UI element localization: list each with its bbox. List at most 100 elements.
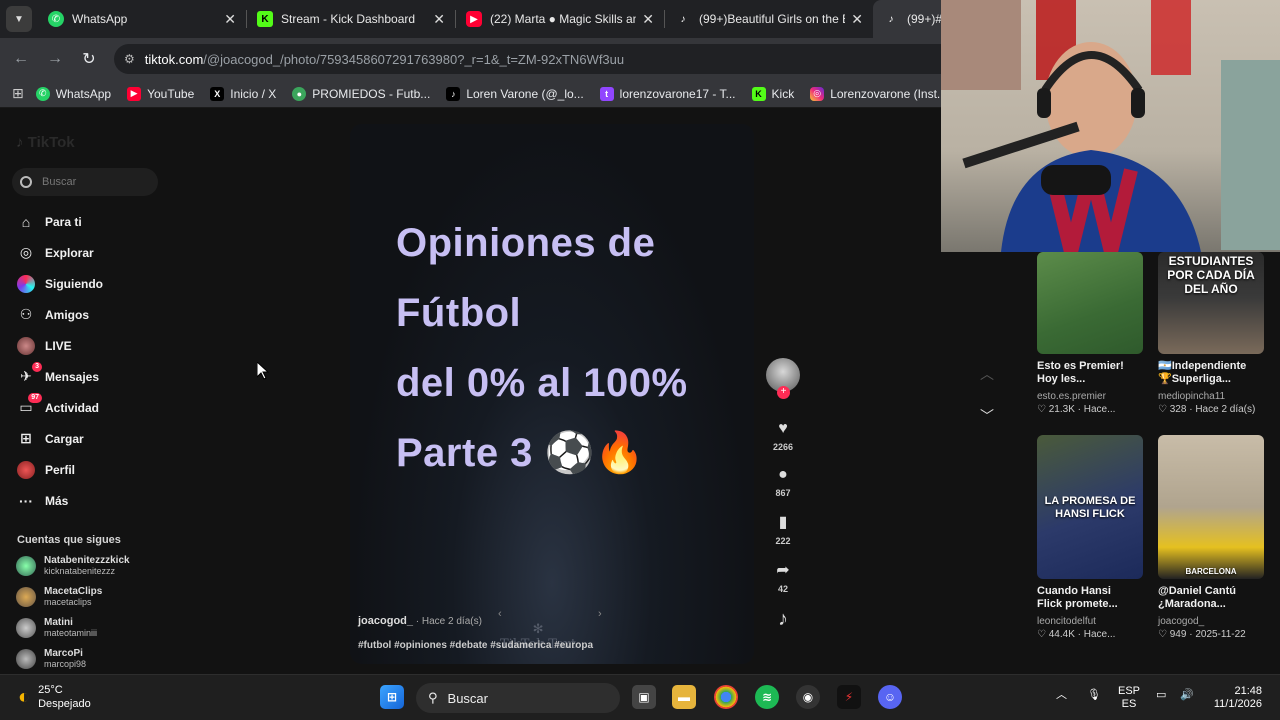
sidebar-item-siguiendo[interactable]: Siguiendo [16,268,103,299]
suggested-meta: ♡ 44.4K · Hace... [1037,629,1116,640]
tab-title: (22) Marta ● Magic Skills and [490,12,637,26]
file-explorer-icon[interactable]: ▬ [672,685,696,709]
video-actions: + ♥ 2266 ● 867 ▮ 222 ➦ 42 ♪ [764,358,802,645]
follow-plus-icon[interactable]: + [777,386,790,399]
sidebar-item-mas[interactable]: ··· Más [16,485,103,516]
bookmark-x[interactable]: X Inicio / X [210,86,276,101]
following-icon [16,274,36,294]
following-account[interactable]: MacetaClips macetaclips [16,586,102,607]
share-count: 42 [777,584,788,594]
avatar [16,555,36,576]
lang-secondary: ES [1121,698,1137,710]
apps-grid-icon[interactable]: ⊞ [12,85,24,102]
tab-youtube[interactable]: ▶ (22) Marta ● Magic Skills and ✕ [456,0,664,38]
bookmark-twitch[interactable]: t lorenzovarone17 - T... [599,86,736,101]
account-name: Matini [44,617,73,628]
suggested-video[interactable]: BARCELONA @Daniel Cantú ¿Maradona... joa… [1158,435,1264,640]
bookmark-tiktok[interactable]: ♪ Loren Varone (@_lo... [446,86,584,101]
tab-whatsapp[interactable]: ✆ WhatsApp ✕ [38,0,246,38]
search-input[interactable]: Buscar [12,168,158,196]
sidebar-item-para-ti[interactable]: ⌂ Para ti [16,206,103,237]
close-icon[interactable]: ✕ [224,11,236,28]
chevron-right-icon[interactable]: › [598,608,602,620]
windows-start-icon[interactable]: ⊞ [380,685,404,709]
task-view-icon[interactable]: ▣ [632,685,656,709]
following-account[interactable]: Matini mateotaminiii [16,617,97,638]
following-account[interactable]: Natabenitezzzkick kicknatabenitezzz [16,555,130,576]
bookmark-instagram[interactable]: ◎ Lorenzovarone (Inst... [810,86,947,101]
tab-search-button[interactable]: ▼ [6,6,32,32]
following-account[interactable]: MarcoPi marcopi98 [16,648,86,669]
weather-widget[interactable]: ◐ 25°C Despejado [18,683,91,711]
video-player[interactable]: Opiniones de Fútbol del 0% al 100% Parte… [350,124,754,664]
tray-chevron-icon[interactable]: ︿ [1056,689,1067,702]
tab-tiktok-1[interactable]: ♪ (99+)Beautiful Girls on the B ✕ [665,0,873,38]
video-thumbnail [1037,252,1143,354]
clock[interactable]: 21:48 11/1/2026 [1206,685,1262,711]
friends-icon: ⚇ [19,306,33,322]
video-author[interactable]: joacogod_ · Hace 2 día(s) [358,615,482,627]
sidebar-item-perfil[interactable]: Perfil [16,454,103,485]
thumbnail-text: ESTUDIANTES POR CADA DÍA DEL AÑO [1167,254,1255,296]
creator-avatar[interactable]: + [766,358,800,399]
tiktok-logo[interactable]: ♪ TikTok [16,134,75,151]
taskbar-search[interactable]: ⚲ Buscar [416,683,620,713]
suggested-meta: ♡ 328 · Hace 2 día(s) [1158,404,1256,415]
close-icon[interactable]: ✕ [851,11,863,28]
suggested-video[interactable]: ESTUDIANTES POR CADA DÍA DEL AÑO 🇦🇷Indep… [1158,252,1264,415]
compass-icon: ◎ [19,244,33,260]
site-info-icon[interactable]: ⚙ [124,52,135,66]
back-icon[interactable]: ← [4,50,38,68]
sidebar-item-label: Mensajes [45,369,100,384]
sidebar-item-actividad[interactable]: ▭ 97 Actividad [16,392,103,423]
sidebar-item-cargar[interactable]: ⊞ Cargar [16,423,103,454]
volume-icon[interactable]: 🔊 [1180,689,1194,702]
spotify-icon[interactable]: ≋ [755,685,779,709]
caption-line: Opiniones de [396,221,656,265]
tiktok-sound-button[interactable]: ♪ [764,608,802,631]
share-button[interactable]: ➦ 42 [764,560,802,594]
close-icon[interactable]: ✕ [433,11,445,28]
sidebar-item-mensajes[interactable]: ✈ 3 Mensajes [16,361,103,392]
account-username: kicknatabenitezzz [44,566,116,576]
live-icon [16,336,36,356]
comment-button[interactable]: ● 867 [764,466,802,498]
bookmark-kick[interactable]: K Kick [751,86,795,101]
url-path: /@joacogod_/photo/7593458607291763980?_r… [203,51,625,67]
obs-icon[interactable]: ◉ [796,685,820,709]
video-hashtags[interactable]: #futbol #opiniones #debate #sudamerica #… [358,640,593,651]
suggested-video[interactable]: Esto es Premier! Hoy les... esto.es.prem… [1037,252,1143,415]
language-indicator[interactable]: ESP ES [1118,685,1140,711]
sidebar-item-label: Perfil [45,462,76,477]
reload-icon[interactable]: ↻ [72,49,106,69]
like-button[interactable]: ♥ 2266 [764,420,802,452]
sidebar-item-amigos[interactable]: ⚇ Amigos [16,299,103,330]
chevron-down-icon[interactable]: ﹀ [980,406,994,426]
forward-icon[interactable]: → [38,50,72,68]
close-icon[interactable]: ✕ [642,11,654,28]
bookmark-youtube[interactable]: ▶ YouTube [127,86,194,101]
discord-icon[interactable]: ☺ [878,685,902,709]
tab-kick-dashboard[interactable]: K Stream - Kick Dashboard ✕ [247,0,455,38]
clock-date: 11/1/2026 [1213,698,1262,710]
address-bar[interactable]: ⚙ tiktok.com/@joacogod_/photo/7593458607… [114,44,974,74]
sidebar-item-explorar[interactable]: ◎ Explorar [16,237,103,268]
chevron-left-icon[interactable]: ‹ [498,608,502,620]
app-icon[interactable]: ⚡ [837,685,861,709]
network-icon[interactable]: ▭ [1156,689,1166,702]
chrome-icon[interactable] [714,685,738,709]
chevron-up-icon[interactable]: ︿ [980,364,994,384]
heart-icon: ♥ [778,420,788,437]
sidebar-item-live[interactable]: LIVE [16,330,103,361]
suggested-title: Esto es Premier! Hoy les... [1037,360,1124,385]
account-username: macetaclips [44,597,92,607]
bookmark-label: Kick [771,86,795,101]
microphone-icon[interactable]: 🎙 [1087,689,1101,702]
bookmark-label: WhatsApp [55,86,112,101]
messages-icon: ✈ 3 [16,361,42,387]
suggested-video[interactable]: LA PROMESA DE HANSI FLICK Cuando Hansi F… [1037,435,1143,640]
bookmark-whatsapp[interactable]: ✆ WhatsApp [35,86,112,101]
bookmark-promiedos[interactable]: ● PROMIEDOS - Futb... [292,86,430,101]
save-button[interactable]: ▮ 222 [764,512,802,546]
tiktok-icon: ♪ [888,13,894,25]
